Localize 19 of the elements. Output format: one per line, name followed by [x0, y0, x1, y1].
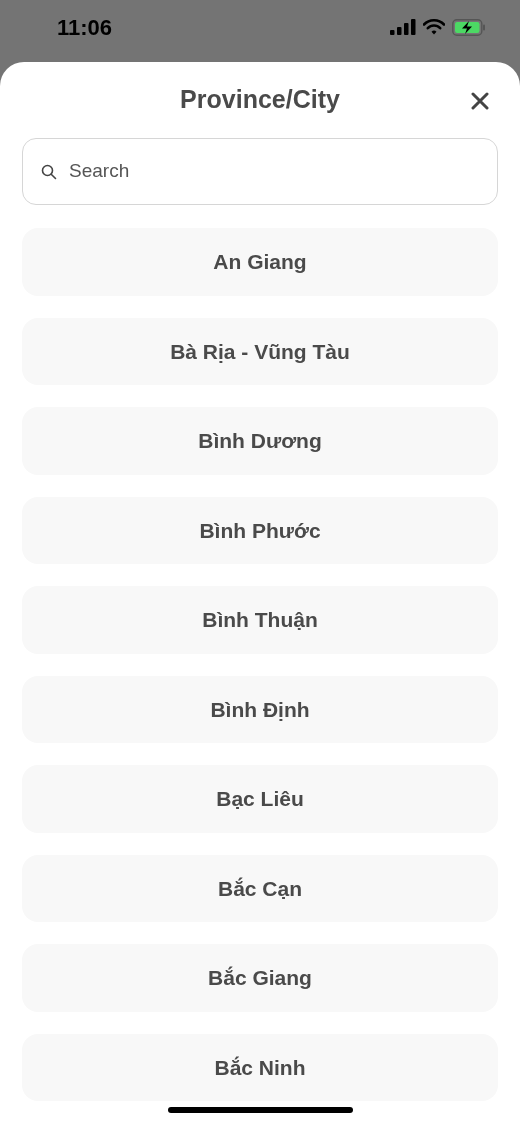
sheet-title: Province/City: [180, 84, 340, 116]
search-input[interactable]: Search: [69, 157, 479, 186]
province-item[interactable]: Bắc Ninh: [22, 1033, 498, 1101]
close-icon: [471, 92, 489, 110]
province-item[interactable]: Bạc Liêu: [22, 765, 498, 833]
province-item[interactable]: Bắc Giang: [22, 944, 498, 1012]
province-item[interactable]: Bình Định: [22, 675, 498, 743]
search-icon: [41, 163, 57, 180]
province-item[interactable]: An Giang: [22, 228, 498, 296]
province-item[interactable]: Bình Phước: [22, 496, 498, 564]
battery-charging-icon: [452, 18, 486, 36]
province-item[interactable]: Bình Dương: [22, 407, 498, 475]
signal-icon: [390, 19, 416, 35]
province-item[interactable]: Bình Thuận: [22, 586, 498, 654]
province-item[interactable]: Bà Rịa - Vũng Tàu: [22, 317, 498, 385]
status-time: 11:06: [57, 13, 113, 42]
province-item[interactable]: Bắc Cạn: [22, 854, 498, 922]
wifi-icon: [423, 19, 445, 35]
search-field[interactable]: Search: [22, 138, 498, 205]
